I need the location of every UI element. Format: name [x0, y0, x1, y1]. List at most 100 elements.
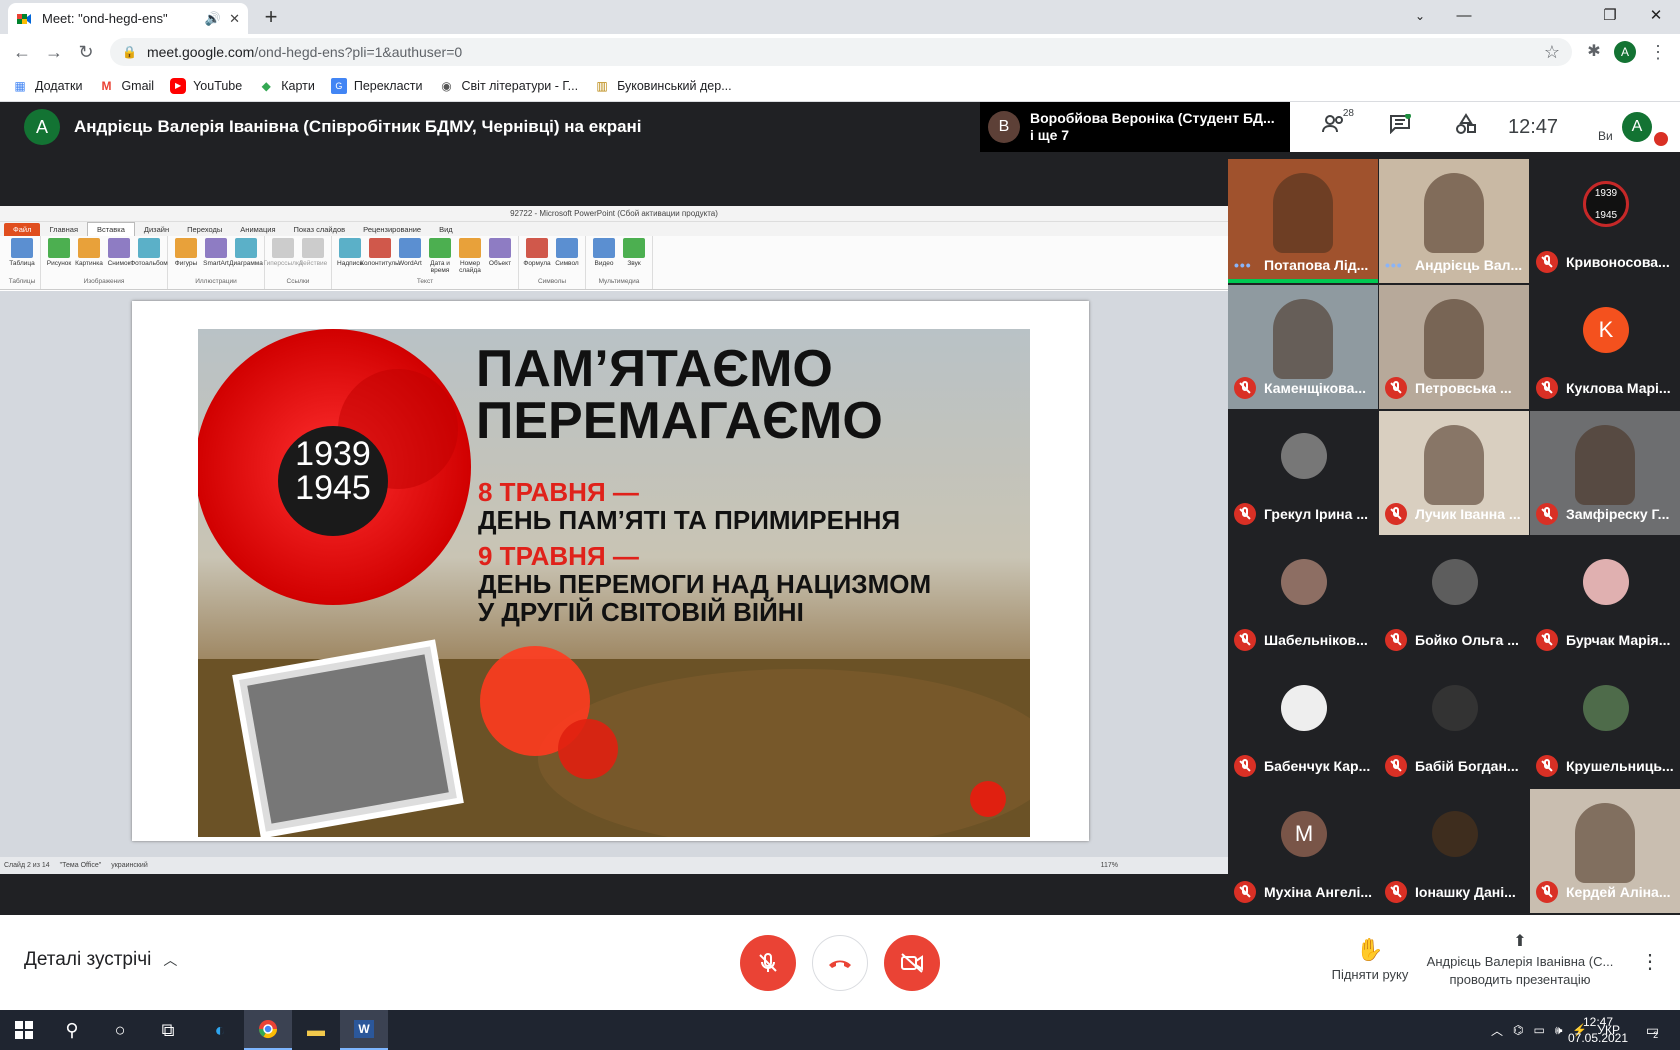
chrome-icon[interactable]: [244, 1010, 292, 1050]
ribbon-button[interactable]: Символ: [552, 236, 582, 278]
ribbon-button[interactable]: Номер слайда: [455, 236, 485, 278]
ribbon-button[interactable]: Колонтитулы: [360, 236, 400, 278]
back-arrow-icon[interactable]: ←: [10, 40, 34, 64]
ribbon-button[interactable]: Гиперссылка: [263, 236, 303, 278]
profile-avatar[interactable]: A: [1614, 41, 1636, 63]
bookmark-svit-literatury[interactable]: ◉ Світ літератури - Г...: [439, 78, 578, 94]
ribbon-item-label: Картинка: [75, 260, 103, 267]
audio-playing-icon[interactable]: 🔊: [205, 11, 221, 27]
minimize-button[interactable]: —: [1444, 4, 1484, 28]
ribbon-button[interactable]: Фигуры: [171, 236, 201, 278]
ppt-tab[interactable]: Вид: [430, 223, 462, 236]
browser-menu-icon[interactable]: ⋮: [1646, 40, 1670, 64]
ppt-ribbon-tabs: Файл Главная Вставка Дизайн Переходы Анимация…: [0, 222, 1228, 236]
forward-arrow-icon[interactable]: →: [42, 40, 66, 64]
participant-tile[interactable]: Крушельниць...: [1530, 663, 1680, 787]
participant-tile[interactable]: Кердей Аліна...: [1530, 789, 1680, 913]
ribbon-button[interactable]: Картинка: [74, 236, 104, 278]
task-view-icon[interactable]: ⧉: [144, 1010, 192, 1050]
participant-tile[interactable]: ••• Потапова Лід...: [1228, 159, 1378, 283]
bookmark-translate[interactable]: G Перекласти: [330, 77, 423, 94]
ribbon-button[interactable]: Формула: [522, 236, 552, 278]
more-options-icon[interactable]: ⋮: [1640, 949, 1660, 974]
presentation-info-button[interactable]: ⬆ Андрієць Валерія Іванівна (С... провод…: [1420, 933, 1620, 989]
tray-network-icon[interactable]: ⌬: [1513, 1023, 1523, 1037]
tab-search-icon[interactable]: ⌄: [1400, 4, 1440, 28]
ppt-tab[interactable]: Файл: [4, 223, 41, 236]
active-speakers-chip[interactable]: B Воробйова Вероніка (Студент БД... і ще…: [980, 102, 1290, 152]
tray-chevron-icon[interactable]: ︿: [1491, 1022, 1503, 1039]
ribbon-button[interactable]: Диаграмма: [229, 236, 263, 278]
reload-icon[interactable]: ↻: [74, 40, 98, 64]
self-avatar[interactable]: A: [1622, 112, 1652, 142]
participant-tile[interactable]: Шабельніков...: [1228, 537, 1378, 661]
url-bar[interactable]: 🔒 meet.google.com/ond-hegd-ens?pli=1&aut…: [110, 38, 1572, 66]
ppt-tab[interactable]: Дизайн: [135, 223, 178, 236]
ribbon-button[interactable]: Надпись: [335, 236, 365, 278]
ribbon-item-icon: [399, 238, 421, 258]
close-window-button[interactable]: ✕: [1636, 4, 1676, 28]
participant-tile[interactable]: Лучик Іванна ...: [1379, 411, 1529, 535]
participant-tile[interactable]: Каменщікова...: [1228, 285, 1378, 409]
meeting-details-button[interactable]: Деталі зустрічі ︿: [24, 949, 177, 971]
participant-tile[interactable]: ••• Андрієць Вал...: [1379, 159, 1529, 283]
bookmark-apps[interactable]: ▦ Додатки: [12, 78, 82, 94]
participant-tile[interactable]: Бабенчук Кар...: [1228, 663, 1378, 787]
participant-tile[interactable]: Грекул Ірина ...: [1228, 411, 1378, 535]
people-icon[interactable]: 28: [1314, 108, 1354, 140]
ribbon-button[interactable]: Действие: [298, 236, 328, 278]
search-icon[interactable]: ⚲: [48, 1010, 96, 1050]
ribbon-button[interactable]: Рисунок: [44, 236, 74, 278]
file-explorer-icon[interactable]: ▬: [292, 1010, 340, 1050]
ribbon-button[interactable]: Объект: [485, 236, 515, 278]
participant-tile[interactable]: Бурчак Марія...: [1530, 537, 1680, 661]
activities-shapes-icon[interactable]: [1446, 113, 1486, 141]
browser-tab-meet[interactable]: Meet: "ond-hegd-ens" 🔊 ✕: [8, 3, 248, 34]
leave-call-button[interactable]: [812, 935, 868, 991]
extensions-puzzle-icon[interactable]: ✱: [1582, 40, 1606, 64]
participant-tile[interactable]: 1939 1945 Кривоносова...: [1530, 159, 1680, 283]
word-icon[interactable]: W: [340, 1010, 388, 1050]
chat-icon[interactable]: [1380, 113, 1420, 140]
taskbar-clock[interactable]: 12:47 07.05.2021: [1566, 1014, 1630, 1046]
tray-battery-icon[interactable]: ▭: [1534, 1023, 1545, 1037]
mic-toggle-button[interactable]: [740, 935, 796, 991]
maximize-button[interactable]: ❐: [1590, 4, 1630, 28]
participant-tile[interactable]: Замфіреску Г...: [1530, 411, 1680, 535]
bookmark-maps[interactable]: ◆ Карти: [258, 78, 315, 94]
ppt-tab[interactable]: Анимация: [231, 223, 284, 236]
ppt-tab[interactable]: Главная: [40, 223, 87, 236]
ribbon-button[interactable]: Снимок: [104, 236, 134, 278]
windows-start-icon[interactable]: [0, 1010, 48, 1050]
ribbon-button[interactable]: Фотоальбом: [130, 236, 168, 278]
ribbon-button[interactable]: Видео: [589, 236, 619, 278]
edge-icon[interactable]: ◐: [196, 1010, 244, 1050]
participant-tile[interactable]: Бойко Ольга ...: [1379, 537, 1529, 661]
bookmark-gmail[interactable]: M Gmail: [98, 78, 154, 94]
ribbon-button[interactable]: Звук: [619, 236, 649, 278]
ppt-tab[interactable]: Вставка: [87, 222, 135, 236]
ribbon-button[interactable]: Таблица: [7, 236, 37, 278]
raise-hand-button[interactable]: ✋ Підняти руку: [1300, 937, 1440, 982]
new-tab-button[interactable]: +: [258, 4, 284, 30]
participant-tile[interactable]: Бабій Богдан...: [1379, 663, 1529, 787]
ppt-tab[interactable]: Рецензирование: [354, 223, 430, 236]
bookmark-star-icon[interactable]: ☆: [1540, 40, 1564, 64]
notifications-icon[interactable]: ▭ 2: [1636, 1010, 1668, 1050]
participant-name: Кердей Аліна...: [1566, 884, 1671, 900]
bookmark-bukovynskyi[interactable]: ▥ Буковинський дер...: [594, 78, 731, 94]
participant-tile[interactable]: Іонашку Дані...: [1379, 789, 1529, 913]
ppt-tab[interactable]: Переходы: [178, 223, 231, 236]
ribbon-button[interactable]: SmartArt: [201, 236, 231, 278]
tab-close-icon[interactable]: ✕: [229, 11, 240, 27]
participant-tile[interactable]: M Мухіна Ангелі...: [1228, 789, 1378, 913]
tray-volume-icon[interactable]: 🕪: [1555, 1023, 1563, 1038]
participant-tile[interactable]: K Куклова Марі...: [1530, 285, 1680, 409]
ribbon-button[interactable]: Дата и время: [425, 236, 455, 278]
participant-tile[interactable]: Петровська ...: [1379, 285, 1529, 409]
bookmark-youtube[interactable]: ▶ YouTube: [170, 77, 242, 94]
ribbon-button[interactable]: WordArt: [395, 236, 425, 278]
camera-toggle-button[interactable]: [884, 935, 940, 991]
cortana-icon[interactable]: ○: [96, 1010, 144, 1050]
ppt-tab[interactable]: Показ слайдов: [285, 223, 355, 236]
